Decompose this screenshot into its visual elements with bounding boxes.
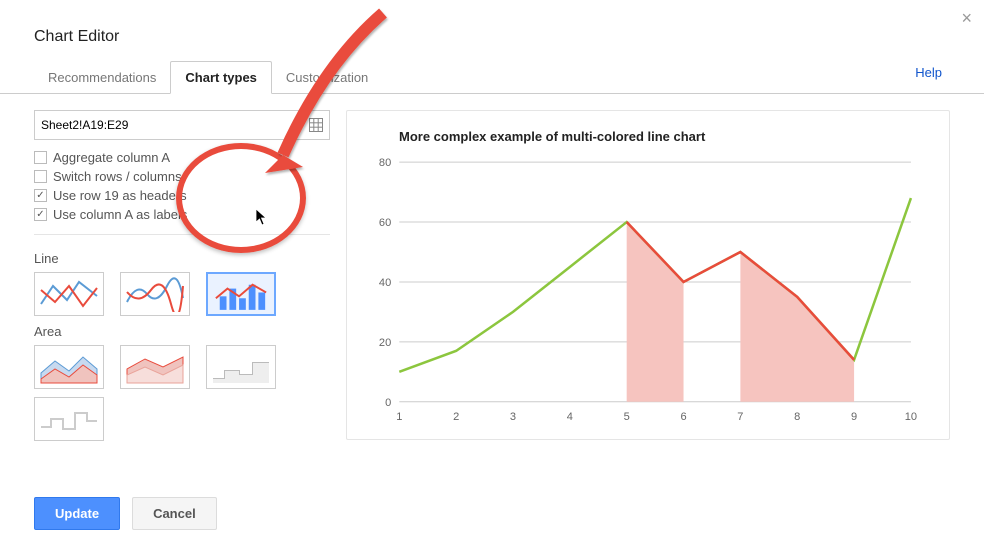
chart-type-area-stepped-2[interactable] <box>34 397 104 441</box>
update-button[interactable]: Update <box>34 497 120 530</box>
checkbox-label: Use column A as labels <box>53 207 187 222</box>
preview-panel: More complex example of multi-colored li… <box>346 110 950 449</box>
cancel-button[interactable]: Cancel <box>132 497 217 530</box>
checkbox-label: Use row 19 as headers <box>53 188 187 203</box>
dialog-title: Chart Editor <box>0 0 984 60</box>
svg-text:3: 3 <box>510 411 516 423</box>
svg-text:60: 60 <box>379 217 391 229</box>
chart-type-combo-line-bar[interactable] <box>206 272 276 316</box>
section-area: Area <box>34 324 330 339</box>
svg-text:9: 9 <box>851 411 857 423</box>
checkbox-aggregate[interactable]: Aggregate column A <box>34 148 330 167</box>
svg-text:7: 7 <box>737 411 743 423</box>
chart-type-area-stepped[interactable] <box>206 345 276 389</box>
tab-customization[interactable]: Customization <box>272 62 382 93</box>
tab-bar: Recommendations Chart types Customizatio… <box>0 60 984 94</box>
chart-type-area-basic[interactable] <box>34 345 104 389</box>
checkbox-label: Switch rows / columns <box>53 169 182 184</box>
svg-text:20: 20 <box>379 337 391 349</box>
section-line: Line <box>34 251 330 266</box>
chart-canvas: 0 20 40 60 80 1 2 3 4 5 6 7 8 9 10 <box>357 150 921 430</box>
chart-preview: More complex example of multi-colored li… <box>346 110 950 440</box>
checkbox-labels[interactable]: Use column A as labels <box>34 205 330 224</box>
svg-text:6: 6 <box>680 411 686 423</box>
chart-title: More complex example of multi-colored li… <box>357 129 921 144</box>
svg-text:2: 2 <box>453 411 459 423</box>
checkbox-icon <box>34 170 47 183</box>
svg-text:10: 10 <box>905 411 917 423</box>
checkbox-icon <box>34 208 47 221</box>
help-link[interactable]: Help <box>915 65 942 88</box>
tab-recommendations[interactable]: Recommendations <box>34 62 170 93</box>
svg-text:80: 80 <box>379 157 391 169</box>
range-row <box>34 110 330 140</box>
checkbox-icon <box>34 189 47 202</box>
svg-text:0: 0 <box>385 397 391 409</box>
svg-text:40: 40 <box>379 277 391 289</box>
svg-text:1: 1 <box>396 411 402 423</box>
chart-type-line-smooth[interactable] <box>120 272 190 316</box>
chart-type-area-stacked[interactable] <box>120 345 190 389</box>
svg-text:5: 5 <box>624 411 630 423</box>
checkbox-icon <box>34 151 47 164</box>
left-panel: Aggregate column A Switch rows / columns… <box>34 110 330 449</box>
svg-text:8: 8 <box>794 411 800 423</box>
range-input[interactable] <box>41 118 309 132</box>
tab-chart-types[interactable]: Chart types <box>170 61 272 94</box>
chart-type-gallery: Line Area <box>34 234 330 449</box>
chart-type-line-basic[interactable] <box>34 272 104 316</box>
range-picker-icon[interactable] <box>309 118 323 132</box>
close-icon[interactable]: × <box>961 8 972 29</box>
svg-text:4: 4 <box>567 411 573 423</box>
checkbox-switch[interactable]: Switch rows / columns <box>34 167 330 186</box>
checkbox-headers[interactable]: Use row 19 as headers <box>34 186 330 205</box>
checkbox-label: Aggregate column A <box>53 150 170 165</box>
